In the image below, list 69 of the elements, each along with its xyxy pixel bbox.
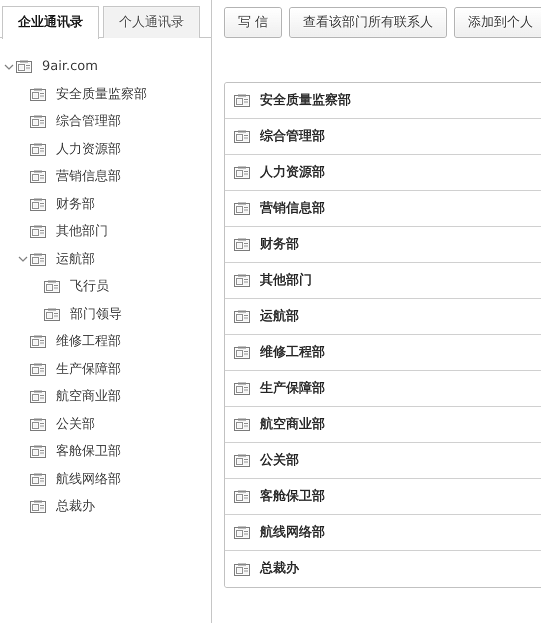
contact-card-icon xyxy=(30,88,46,101)
toolbar-button[interactable]: 添加到个人 xyxy=(454,7,541,38)
contact-card-icon xyxy=(234,490,250,503)
tree-item[interactable]: 运航部 xyxy=(56,250,95,269)
contact-card-icon xyxy=(30,472,46,486)
tree-item[interactable]: 生产保障部 xyxy=(56,360,121,379)
contact-card-icon xyxy=(30,252,46,266)
chevron-down-icon[interactable] xyxy=(4,62,14,72)
department-row[interactable]: 安全质量监察部 xyxy=(225,83,541,119)
tree-item[interactable]: 安全质量监察部 xyxy=(56,84,147,104)
tab[interactable]: 企业通讯录 xyxy=(2,6,99,39)
department-row[interactable]: 客舱保卫部 xyxy=(225,479,541,515)
tree-item[interactable]: 人力资源部 xyxy=(56,140,121,159)
contact-card-icon xyxy=(234,238,250,251)
department-row[interactable]: 公关部 xyxy=(225,443,541,479)
tree-item[interactable]: 其他部门 xyxy=(56,222,108,242)
tab[interactable]: 个人通讯录 xyxy=(103,6,200,38)
tree-item[interactable]: 营销信息部 xyxy=(56,167,121,186)
contact-card-icon xyxy=(234,274,250,287)
contact-card-icon xyxy=(16,60,32,74)
tree-item[interactable]: 总裁办 xyxy=(56,497,95,516)
tree-item[interactable]: 9air.com xyxy=(42,57,98,76)
contact-card-icon xyxy=(44,308,60,321)
department-row[interactable]: 维修工程部 xyxy=(225,335,541,371)
contact-card-icon xyxy=(234,94,250,107)
department-row[interactable]: 生产保障部 xyxy=(225,371,541,407)
department-row[interactable]: 财务部 xyxy=(225,227,541,263)
toolbar-button[interactable]: 查看该部门所有联系人 xyxy=(289,7,448,38)
contact-card-icon xyxy=(30,445,46,458)
tree-item[interactable]: 综合管理部 xyxy=(56,112,121,132)
tree-item[interactable]: 财务部 xyxy=(56,194,95,214)
contact-card-icon xyxy=(44,280,60,294)
department-row[interactable]: 综合管理部 xyxy=(225,119,541,155)
department-row[interactable]: 运航部 xyxy=(225,299,541,335)
department-row[interactable]: 营销信息部 xyxy=(225,191,541,227)
tree-item[interactable]: 公关部 xyxy=(56,414,95,434)
chevron-down-icon[interactable] xyxy=(18,254,28,264)
contact-card-icon xyxy=(30,115,46,128)
contact-card-icon xyxy=(234,202,250,215)
contact-card-icon xyxy=(30,170,46,184)
contact-card-icon xyxy=(234,346,250,359)
department-row[interactable]: 航空商业部 xyxy=(225,407,541,443)
contact-card-icon xyxy=(234,382,250,395)
contact-card-icon xyxy=(234,454,250,467)
tree-item[interactable]: 部门领导 xyxy=(70,304,122,324)
contact-card-icon xyxy=(30,335,46,348)
toolbar-button[interactable]: 写 信 xyxy=(224,7,282,38)
contact-card-icon xyxy=(30,390,46,404)
contact-card-icon xyxy=(30,500,46,514)
contact-card-icon xyxy=(234,562,250,576)
contact-card-icon xyxy=(30,362,46,376)
contact-card-icon xyxy=(30,142,46,156)
tree-item[interactable]: 航线网络部 xyxy=(56,470,121,489)
contact-card-icon xyxy=(234,310,250,323)
tree-item[interactable]: 客舱保卫部 xyxy=(56,442,121,462)
department-row[interactable]: 航线网络部 xyxy=(225,515,541,551)
department-row[interactable]: 总裁办 xyxy=(225,551,541,587)
contact-card-icon xyxy=(234,418,250,431)
contact-card-icon xyxy=(234,166,250,179)
tree-item[interactable]: 飞行员 xyxy=(70,277,109,296)
contact-card-icon xyxy=(234,130,250,143)
contact-card-icon xyxy=(30,225,46,238)
department-row[interactable]: 其他部门 xyxy=(225,263,541,299)
contact-card-icon xyxy=(234,526,250,539)
contact-card-icon xyxy=(30,418,46,431)
department-row[interactable]: 人力资源部 xyxy=(225,155,541,191)
tree-item[interactable]: 维修工程部 xyxy=(56,332,121,352)
contact-card-icon xyxy=(30,198,46,211)
tree-item[interactable]: 航空商业部 xyxy=(56,387,121,406)
